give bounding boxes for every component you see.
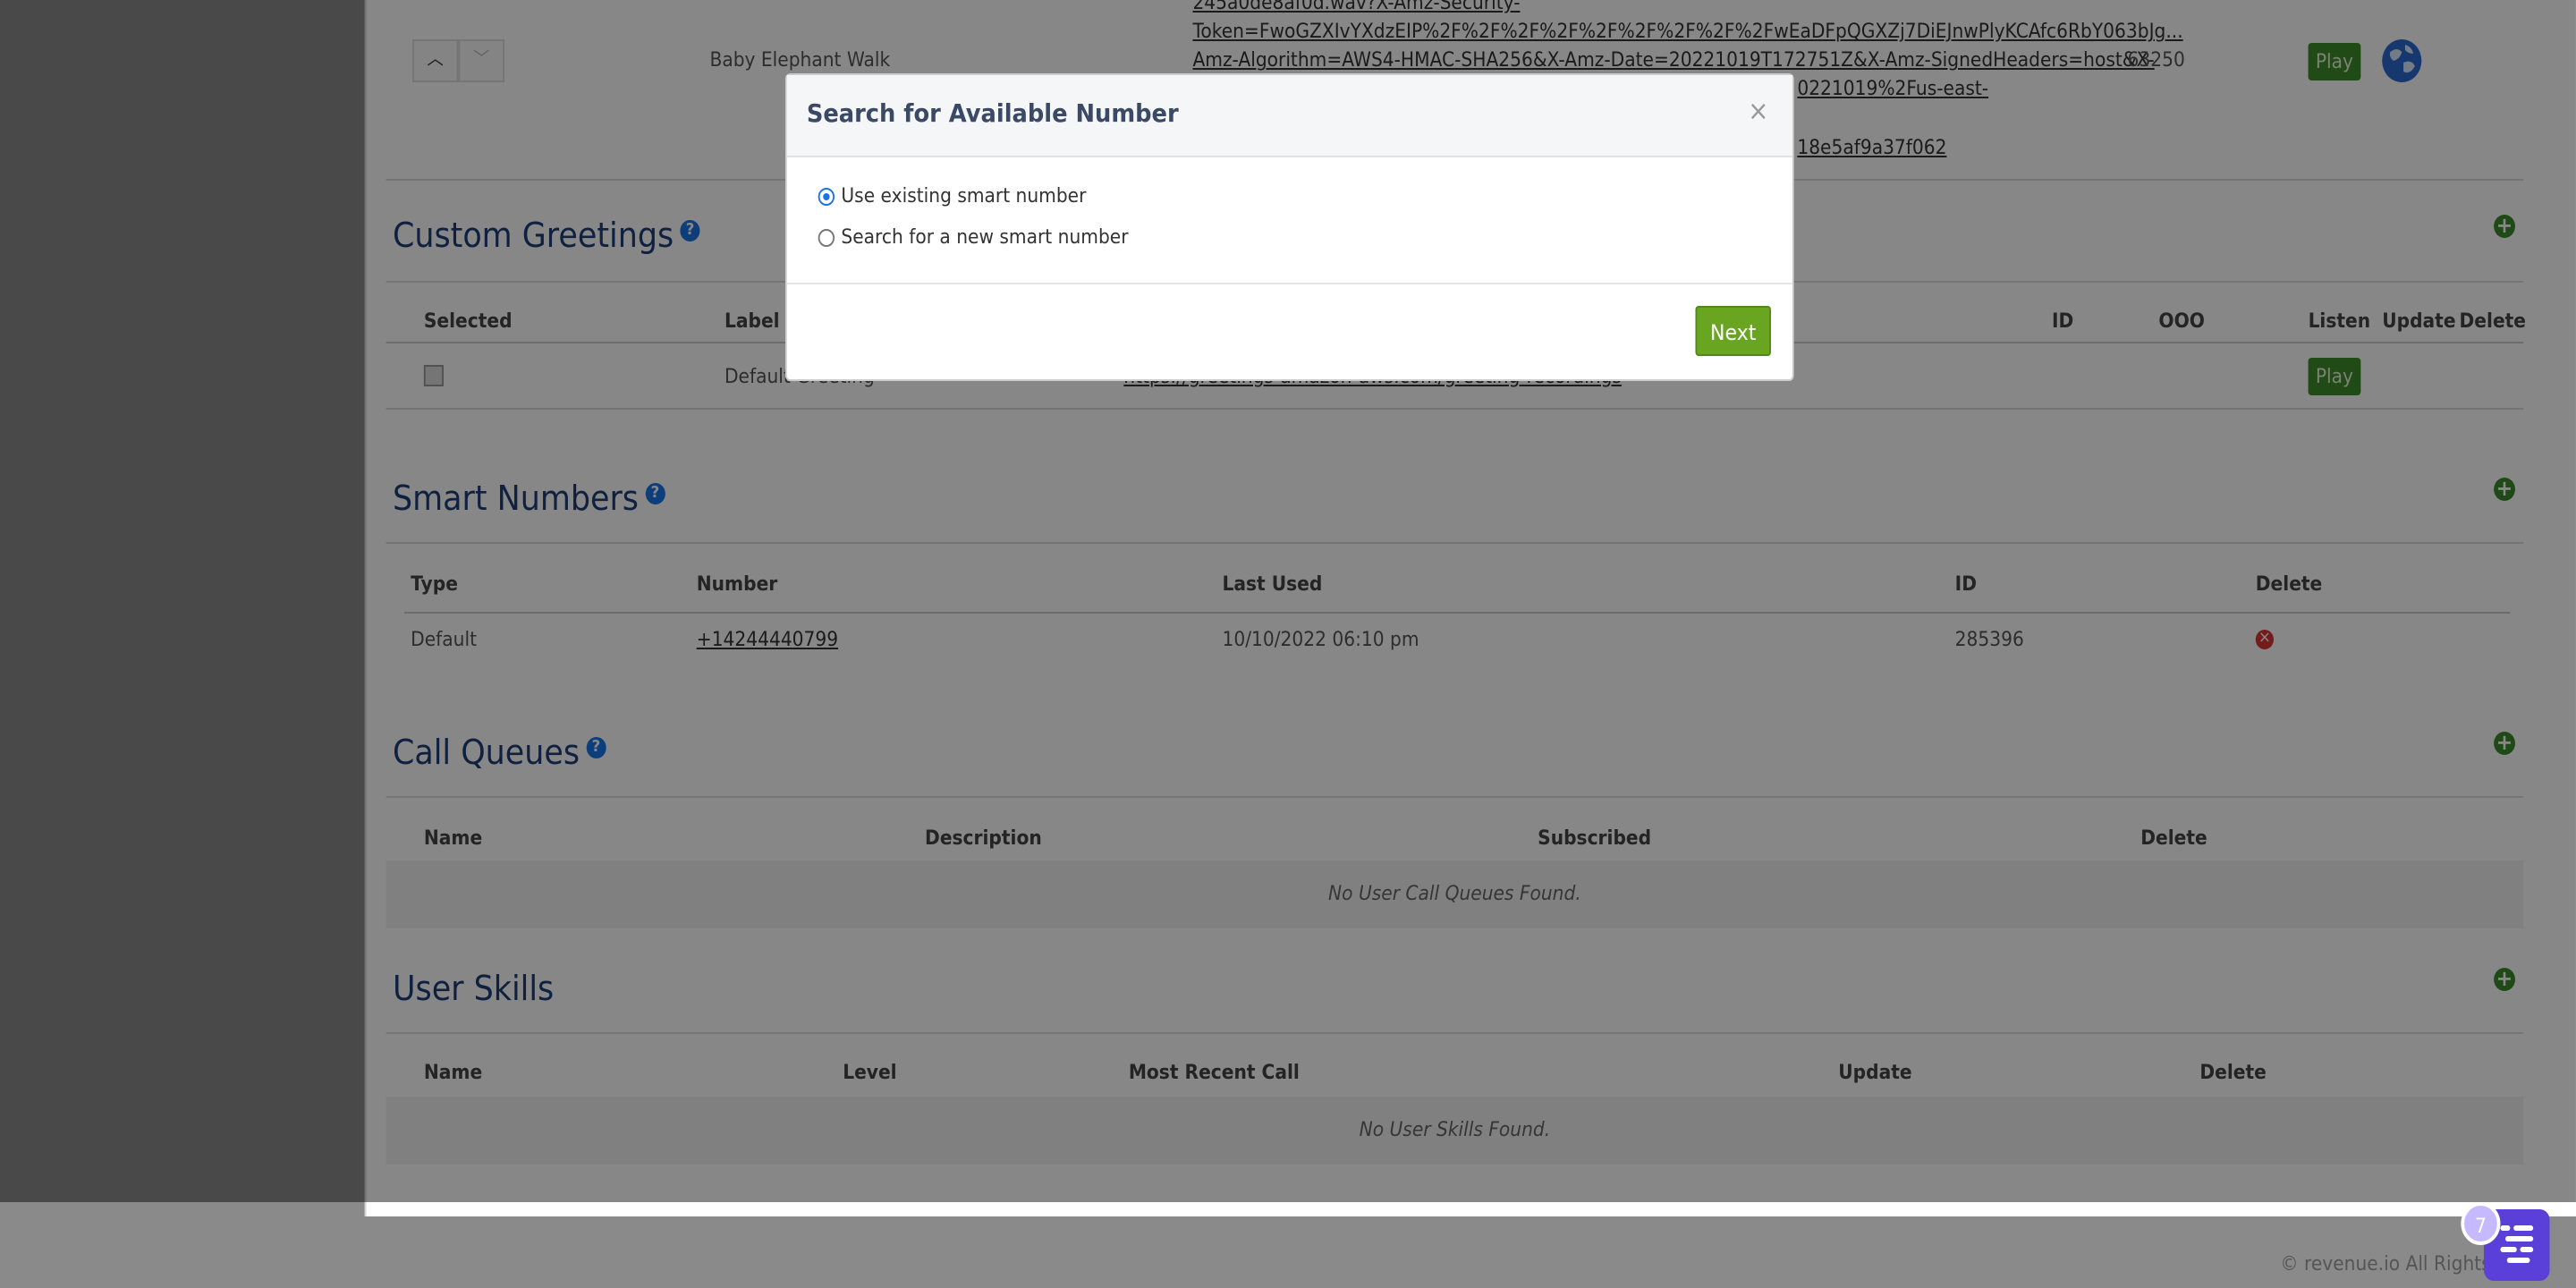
modal-divider <box>786 283 1792 284</box>
search-number-modal: Search for Available Number × Use existi… <box>784 73 1794 381</box>
radio-existing[interactable] <box>818 187 835 205</box>
radio-new[interactable] <box>818 228 835 246</box>
option-new-label: Search for a new smart number <box>841 225 1129 249</box>
stage: ︿ ﹀ Baby Elephant Walk 245a0de8af0d.wav?… <box>0 0 2576 1281</box>
option-existing[interactable]: Use existing smart number <box>818 184 1087 208</box>
modal-header: Search for Available Number × <box>786 75 1792 157</box>
chat-badge[interactable]: 7 <box>2461 1202 2501 1245</box>
option-new[interactable]: Search for a new smart number <box>818 225 1129 249</box>
option-existing-label: Use existing smart number <box>841 184 1087 208</box>
next-button[interactable]: Next <box>1695 306 1771 356</box>
modal-title: Search for Available Number <box>806 100 1179 129</box>
footer-copyright: © revenue.io All Rights R <box>2280 1252 2510 1275</box>
close-icon[interactable]: × <box>1748 95 1768 127</box>
